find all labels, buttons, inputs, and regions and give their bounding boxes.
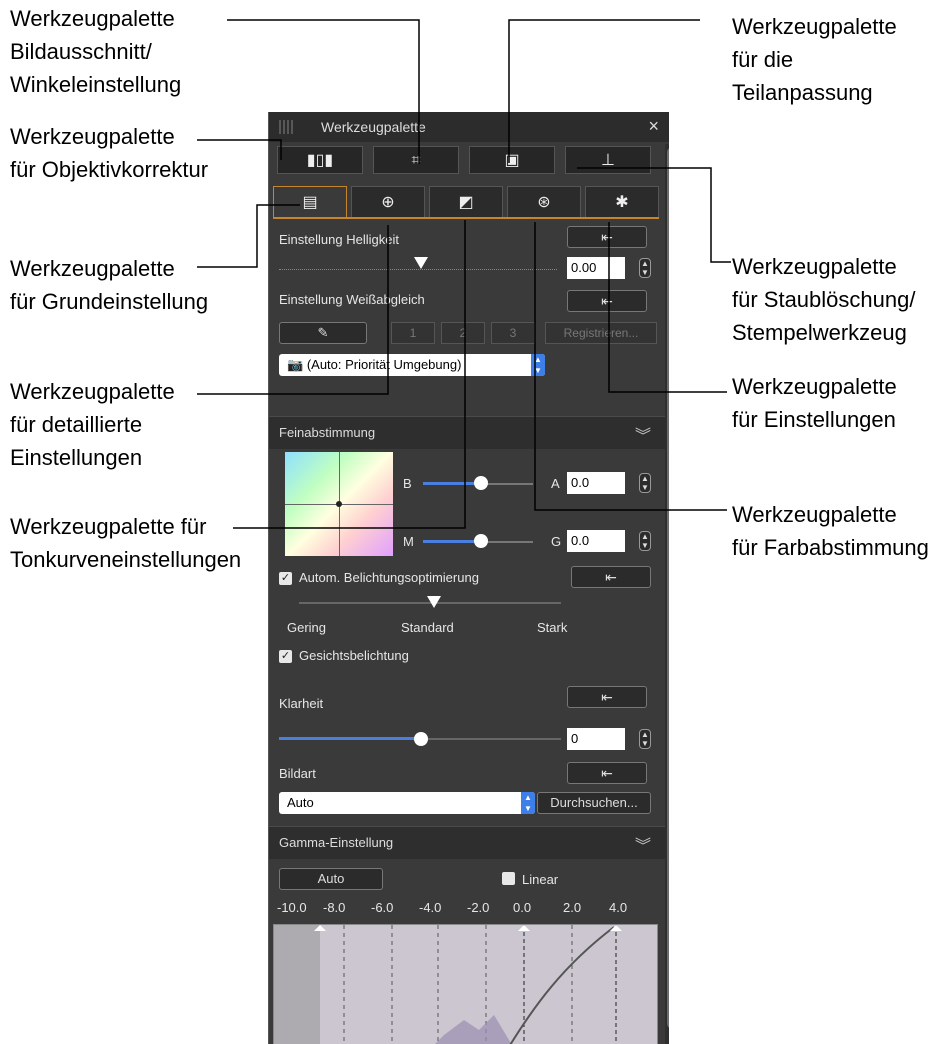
callout-leader-lines (197, 19, 731, 529)
